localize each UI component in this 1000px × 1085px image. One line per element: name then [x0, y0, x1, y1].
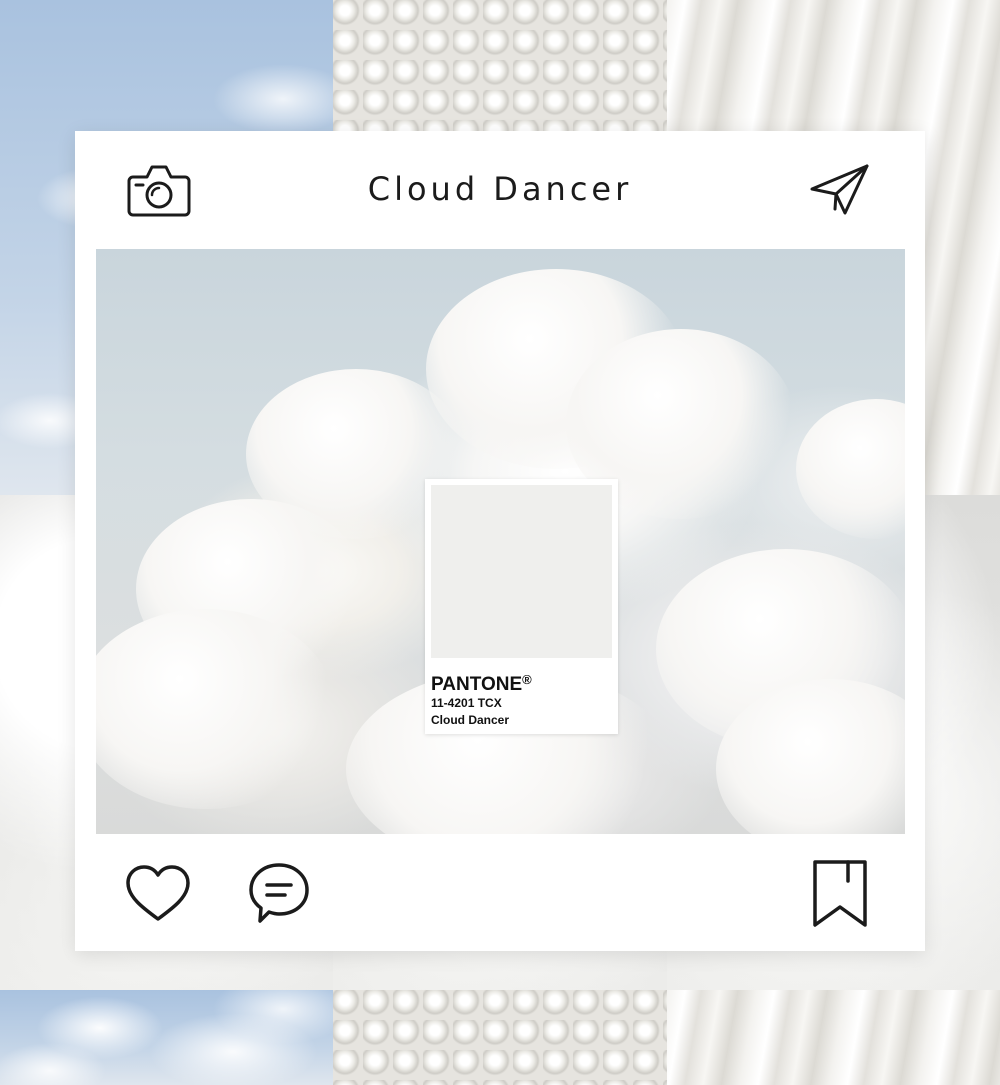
- post-card: Cloud Dancer PANTONE® 11-4201 TCX Cloud …: [75, 131, 925, 951]
- post-title: Cloud Dancer: [367, 170, 633, 208]
- save-button[interactable]: [812, 859, 868, 929]
- cloud-puff: [96, 609, 336, 809]
- paper-plane-icon: [810, 164, 869, 215]
- swatch-brand-text: PANTONE: [431, 674, 523, 695]
- like-button[interactable]: [125, 864, 191, 924]
- swatch-code: 11-4201 TCX: [431, 696, 502, 710]
- share-button[interactable]: [809, 163, 871, 217]
- cloud-puff: [426, 269, 686, 469]
- swatch-brand: PANTONE®: [431, 669, 532, 696]
- camera-button[interactable]: [127, 161, 191, 219]
- registered-mark: ®: [522, 672, 532, 687]
- bg-tile-curtain: [667, 990, 1000, 1085]
- bg-tile-sky: [0, 990, 333, 1085]
- cloud-puff: [796, 399, 905, 539]
- cloud-puff: [716, 679, 905, 834]
- cloud-puff: [136, 499, 366, 679]
- post-actions: [75, 834, 925, 951]
- heart-icon: [126, 865, 190, 921]
- comment-button[interactable]: [248, 861, 310, 925]
- cloud-puff: [656, 549, 905, 749]
- pantone-swatch-card: PANTONE® 11-4201 TCX Cloud Dancer: [425, 479, 618, 734]
- swatch-color-name: Cloud Dancer: [431, 713, 510, 727]
- bg-tile-pearls: [333, 990, 667, 1085]
- comment-bubble-icon: [249, 863, 309, 923]
- post-photo[interactable]: PANTONE® 11-4201 TCX Cloud Dancer: [96, 249, 905, 834]
- camera-icon: [127, 165, 191, 217]
- swatch-color-chip: [431, 485, 612, 658]
- post-header: Cloud Dancer: [75, 131, 925, 249]
- bookmark-icon: [813, 860, 867, 927]
